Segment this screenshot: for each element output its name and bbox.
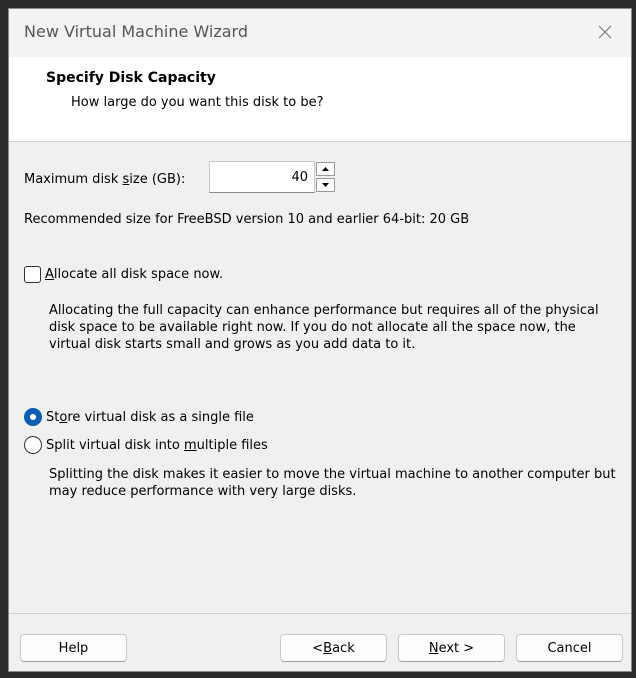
close-button[interactable] (583, 13, 627, 51)
footer-divider (9, 613, 631, 614)
radio-single-file-label: Store virtual disk as a single file (46, 409, 254, 425)
allocate-all-checkbox-row[interactable]: Allocate all disk space now. (24, 266, 223, 283)
radio-multiple-files-row[interactable]: Split virtual disk into multiple files (24, 436, 268, 454)
disk-size-spinner (316, 162, 335, 192)
title-bar: New Virtual Machine Wizard (9, 9, 631, 58)
radio-single-file-row[interactable]: Store virtual disk as a single file (24, 408, 254, 426)
back-button[interactable]: < Back (280, 634, 387, 662)
allocate-all-label: Allocate all disk space now. (45, 267, 224, 282)
page-title: Specify Disk Capacity (46, 70, 216, 86)
wizard-window: New Virtual Machine Wizard Specify Disk … (8, 8, 632, 672)
next-button[interactable]: Next > (398, 634, 505, 662)
spin-up-icon (322, 167, 329, 171)
radio-multiple-files[interactable] (24, 436, 42, 454)
spin-down-icon (322, 183, 329, 187)
page-subtitle: How large do you want this disk to be? (71, 95, 324, 110)
window-title: New Virtual Machine Wizard (24, 22, 248, 41)
spin-up-button[interactable] (316, 162, 335, 176)
radio-single-file[interactable] (24, 408, 42, 426)
wizard-content: Maximum disk size (GB): Recommended size… (9, 142, 631, 612)
disk-size-input[interactable] (209, 161, 315, 193)
allocate-all-checkbox[interactable] (24, 266, 41, 283)
help-button[interactable]: Help (20, 634, 127, 662)
allocate-description: Allocating the full capacity can enhance… (49, 303, 599, 352)
close-icon (598, 25, 612, 39)
wizard-header: Specify Disk Capacity How large do you w… (9, 57, 631, 142)
radio-multiple-files-label: Split virtual disk into multiple files (46, 437, 268, 453)
recommended-size-text: Recommended size for FreeBSD version 10 … (24, 212, 470, 227)
cancel-button[interactable]: Cancel (516, 634, 623, 662)
spin-down-button[interactable] (316, 178, 335, 192)
split-description: Splitting the disk makes it easier to mo… (49, 467, 616, 499)
disk-size-label: Maximum disk size (GB): (24, 172, 186, 187)
